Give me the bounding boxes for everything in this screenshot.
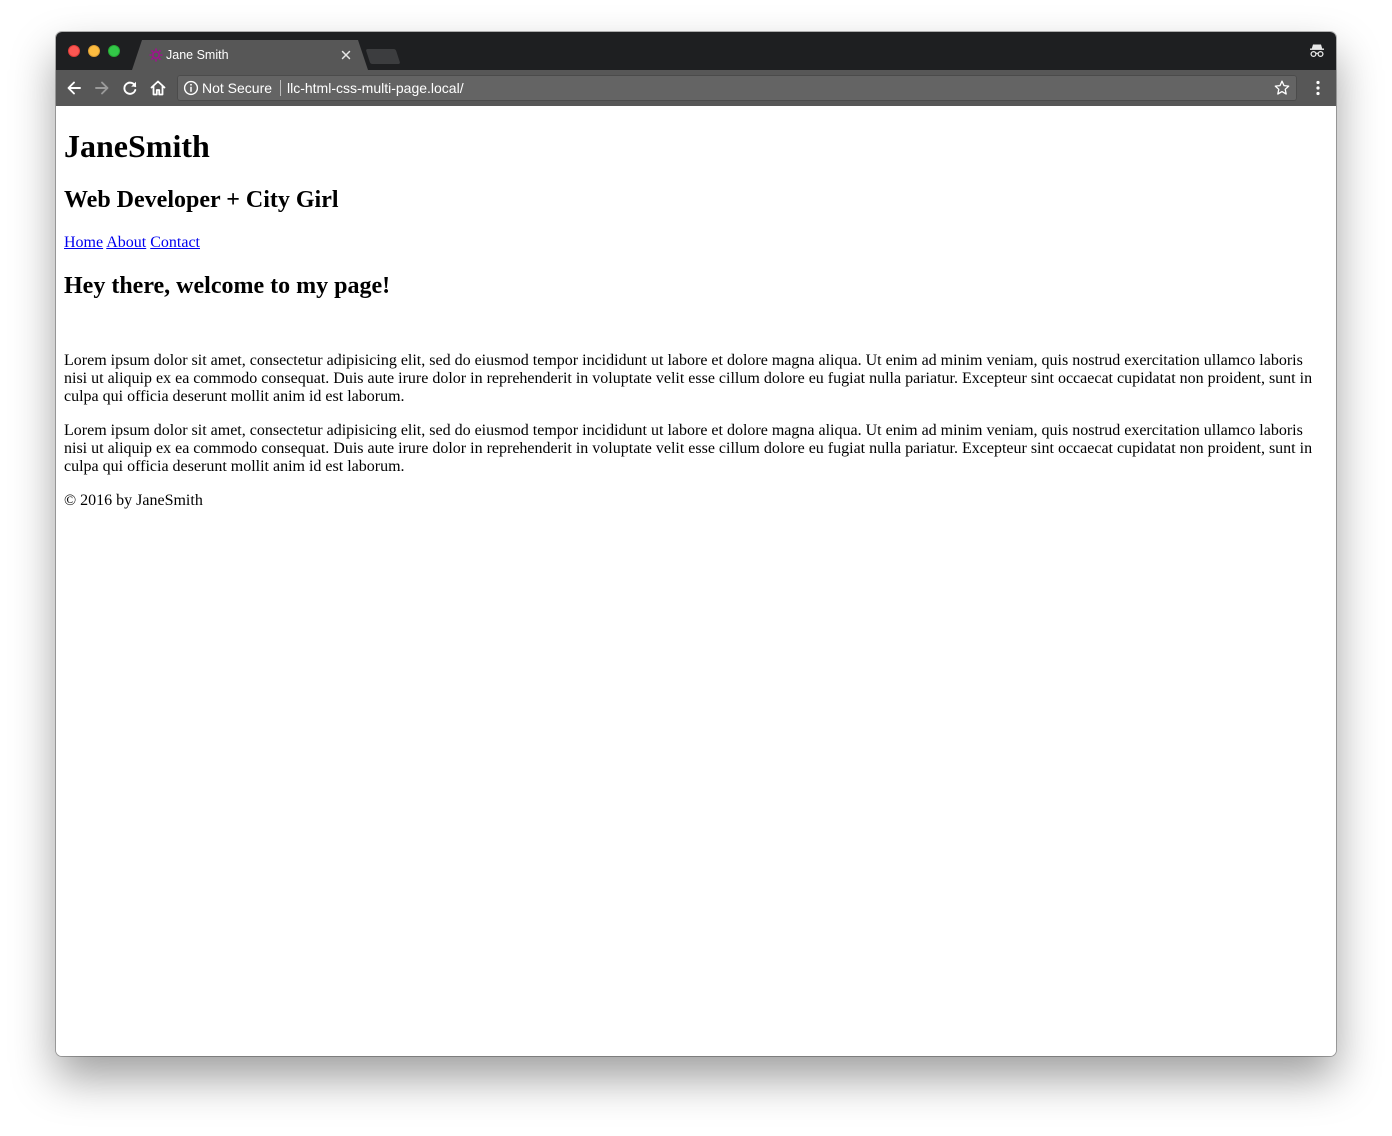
arrow-left-icon[interactable] bbox=[64, 78, 84, 98]
info-icon[interactable] bbox=[183, 80, 199, 96]
browser-window: Jane Smith Not Secure llc-html-css-multi… bbox=[56, 32, 1336, 1056]
close-icon[interactable] bbox=[338, 47, 354, 63]
reload-icon[interactable] bbox=[120, 78, 140, 98]
site-title: JaneSmith bbox=[64, 128, 210, 164]
window-minimize-button[interactable] bbox=[88, 45, 100, 57]
nav-link-contact[interactable]: Contact bbox=[150, 234, 200, 251]
nav-link-about[interactable]: About bbox=[106, 234, 146, 251]
window-maximize-button[interactable] bbox=[108, 45, 120, 57]
gear-icon bbox=[148, 47, 164, 63]
intro-paragraph-2: Lorem ipsum dolor sit amet, consectetur … bbox=[64, 422, 1313, 475]
tab-strip: Jane Smith bbox=[56, 32, 1336, 70]
welcome-heading: Hey there, welcome to my page! bbox=[64, 273, 391, 299]
site-tagline: Web Developer + City Girl bbox=[64, 187, 339, 213]
site-nav: Home About Contact bbox=[64, 234, 200, 252]
page-content: JaneSmith Web Developer + City Girl Home… bbox=[56, 106, 1336, 1056]
home-icon[interactable] bbox=[148, 78, 168, 98]
security-label[interactable]: Not Secure bbox=[202, 80, 272, 96]
address-bar[interactable]: Not Secure llc-html-css-multi-page.local… bbox=[177, 75, 1297, 101]
more-vertical-icon[interactable] bbox=[1310, 78, 1326, 98]
arrow-right-icon[interactable] bbox=[92, 78, 112, 98]
nav-link-home[interactable]: Home bbox=[64, 234, 103, 251]
window-close-button[interactable] bbox=[68, 45, 80, 57]
url-text[interactable]: llc-html-css-multi-page.local/ bbox=[287, 80, 464, 96]
browser-toolbar: Not Secure llc-html-css-multi-page.local… bbox=[56, 70, 1336, 106]
browser-tab[interactable]: Jane Smith bbox=[132, 40, 368, 70]
new-tab-button[interactable] bbox=[365, 49, 401, 64]
intro-paragraph-1: Lorem ipsum dolor sit amet, consectetur … bbox=[64, 352, 1313, 405]
omnibox-divider bbox=[280, 80, 281, 96]
star-icon[interactable] bbox=[1273, 79, 1291, 97]
tab-title: Jane Smith bbox=[166, 48, 229, 62]
page-footer: © 2016 by JaneSmith bbox=[64, 492, 203, 509]
incognito-icon bbox=[1310, 44, 1324, 58]
